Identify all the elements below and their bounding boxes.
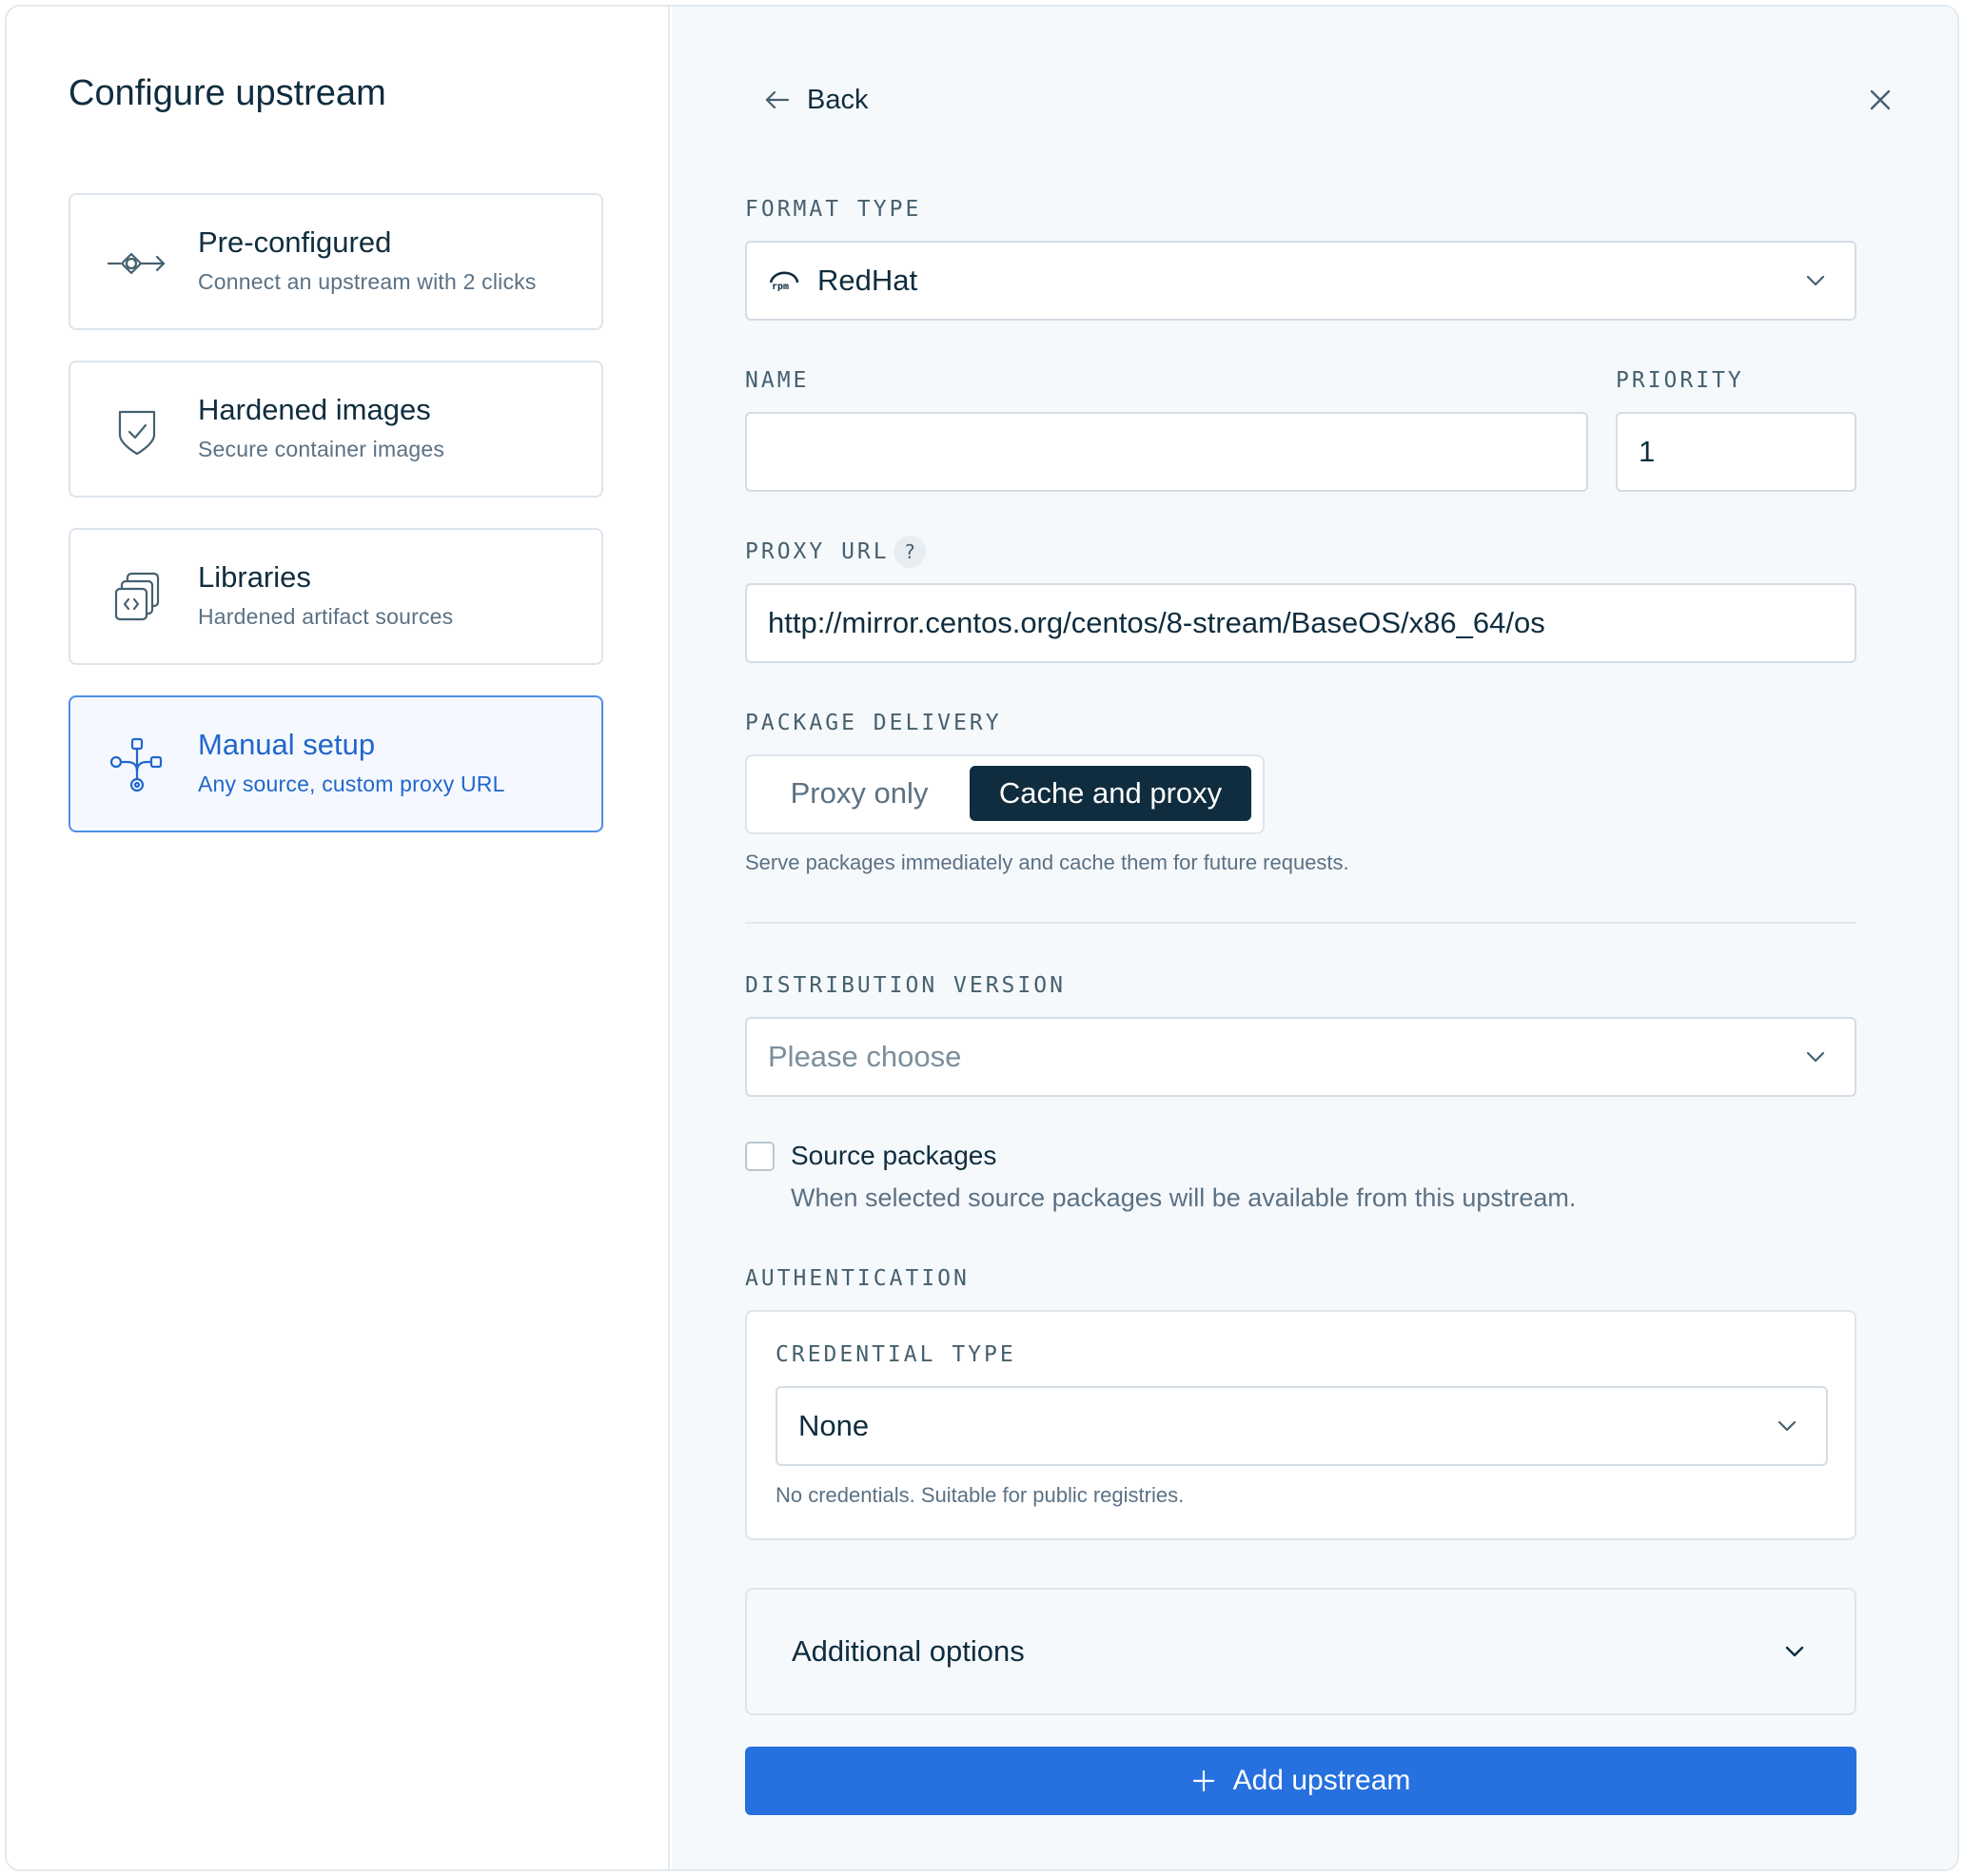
format-type-label: FORMAT TYPE <box>745 197 922 222</box>
option-pre-configured[interactable]: Pre-configured Connect an upstream with … <box>69 193 603 330</box>
cache-and-proxy-option[interactable]: Cache and proxy <box>970 766 1251 821</box>
option-title: Pre-configured <box>198 225 392 259</box>
additional-options-accordion[interactable]: Additional options <box>745 1588 1856 1715</box>
divider <box>745 922 1856 924</box>
panel-title: Configure upstream <box>69 73 386 113</box>
help-icon[interactable]: ? <box>894 536 926 568</box>
form-panel: Back FORMAT TYPE rpm RedHat NAME PRIORIT… <box>672 7 1957 1869</box>
source-packages-label: Source packages <box>791 1141 997 1170</box>
credential-type-hint: No credentials. Suitable for public regi… <box>776 1483 1185 1507</box>
source-packages-checkbox[interactable] <box>745 1142 775 1171</box>
package-delivery-hint: Serve packages immediately and cache the… <box>745 850 1349 874</box>
additional-options-label: Additional options <box>792 1634 1025 1668</box>
authentication-box: CREDENTIAL TYPE None No credentials. Sui… <box>745 1310 1856 1540</box>
add-upstream-button[interactable]: Add upstream <box>745 1747 1856 1815</box>
option-desc: Any source, custom proxy URL <box>198 772 505 796</box>
credential-type-value: None <box>798 1409 870 1442</box>
add-upstream-label: Add upstream <box>1232 1765 1411 1796</box>
distribution-version-placeholder: Please choose <box>768 1040 962 1073</box>
format-type-select[interactable]: rpm RedHat <box>745 241 1856 321</box>
rpm-icon: rpm <box>769 271 799 292</box>
source-packages-desc: When selected source packages will be av… <box>791 1183 1577 1212</box>
option-title: Hardened images <box>198 393 431 426</box>
close-icon[interactable] <box>1861 81 1899 119</box>
option-desc: Secure container images <box>198 437 445 461</box>
target-arrow-icon <box>107 252 166 275</box>
chevron-down-icon <box>1777 1420 1797 1432</box>
credential-type-select[interactable]: None <box>776 1386 1828 1466</box>
option-title: Libraries <box>198 560 311 594</box>
option-libraries[interactable]: Libraries Hardened artifact sources <box>69 528 603 665</box>
configure-upstream-dialog: Configure upstream Pre-configured Connec… <box>5 5 1959 1871</box>
chevron-down-icon <box>1806 275 1825 286</box>
priority-value: 1 <box>1639 435 1656 468</box>
option-desc: Connect an upstream with 2 clicks <box>198 269 537 294</box>
package-delivery-label: PACKAGE DELIVERY <box>745 711 1002 735</box>
chevron-down-icon <box>1806 1051 1825 1063</box>
name-input[interactable] <box>745 412 1588 492</box>
proxy-url-label: PROXY URL <box>745 539 890 564</box>
svg-text:rpm: rpm <box>772 282 789 292</box>
package-delivery-toggle: Proxy only Cache and proxy <box>745 754 1265 834</box>
option-title: Manual setup <box>198 728 376 761</box>
priority-label: PRIORITY <box>1616 368 1744 393</box>
back-label: Back <box>807 84 869 115</box>
network-nodes-icon <box>109 737 163 792</box>
arrow-left-icon <box>765 90 790 109</box>
distribution-version-label: DISTRIBUTION VERSION <box>745 973 1066 998</box>
format-type-value: RedHat <box>817 264 918 297</box>
proxy-url-value: http://mirror.centos.org/centos/8-stream… <box>768 606 1545 639</box>
plus-icon <box>1192 1769 1214 1792</box>
option-hardened-images[interactable]: Hardened images Secure container images <box>69 361 603 498</box>
option-desc: Hardened artifact sources <box>198 604 454 629</box>
chevron-down-icon <box>1785 1646 1804 1657</box>
option-manual-setup[interactable]: Manual setup Any source, custom proxy UR… <box>69 695 603 832</box>
stacked-code-icon <box>114 572 160 621</box>
back-button[interactable]: Back <box>763 81 868 119</box>
proxy-url-input[interactable]: http://mirror.centos.org/centos/8-stream… <box>745 583 1856 663</box>
credential-type-label: CREDENTIAL TYPE <box>776 1342 1016 1367</box>
distribution-version-select[interactable]: Please choose <box>745 1017 1856 1097</box>
name-label: NAME <box>745 368 810 393</box>
proxy-only-option[interactable]: Proxy only <box>758 766 960 821</box>
shield-check-icon <box>118 410 156 456</box>
source-type-panel: Configure upstream Pre-configured Connec… <box>7 7 670 1869</box>
authentication-label: AUTHENTICATION <box>745 1266 970 1291</box>
priority-input[interactable]: 1 <box>1616 412 1856 492</box>
